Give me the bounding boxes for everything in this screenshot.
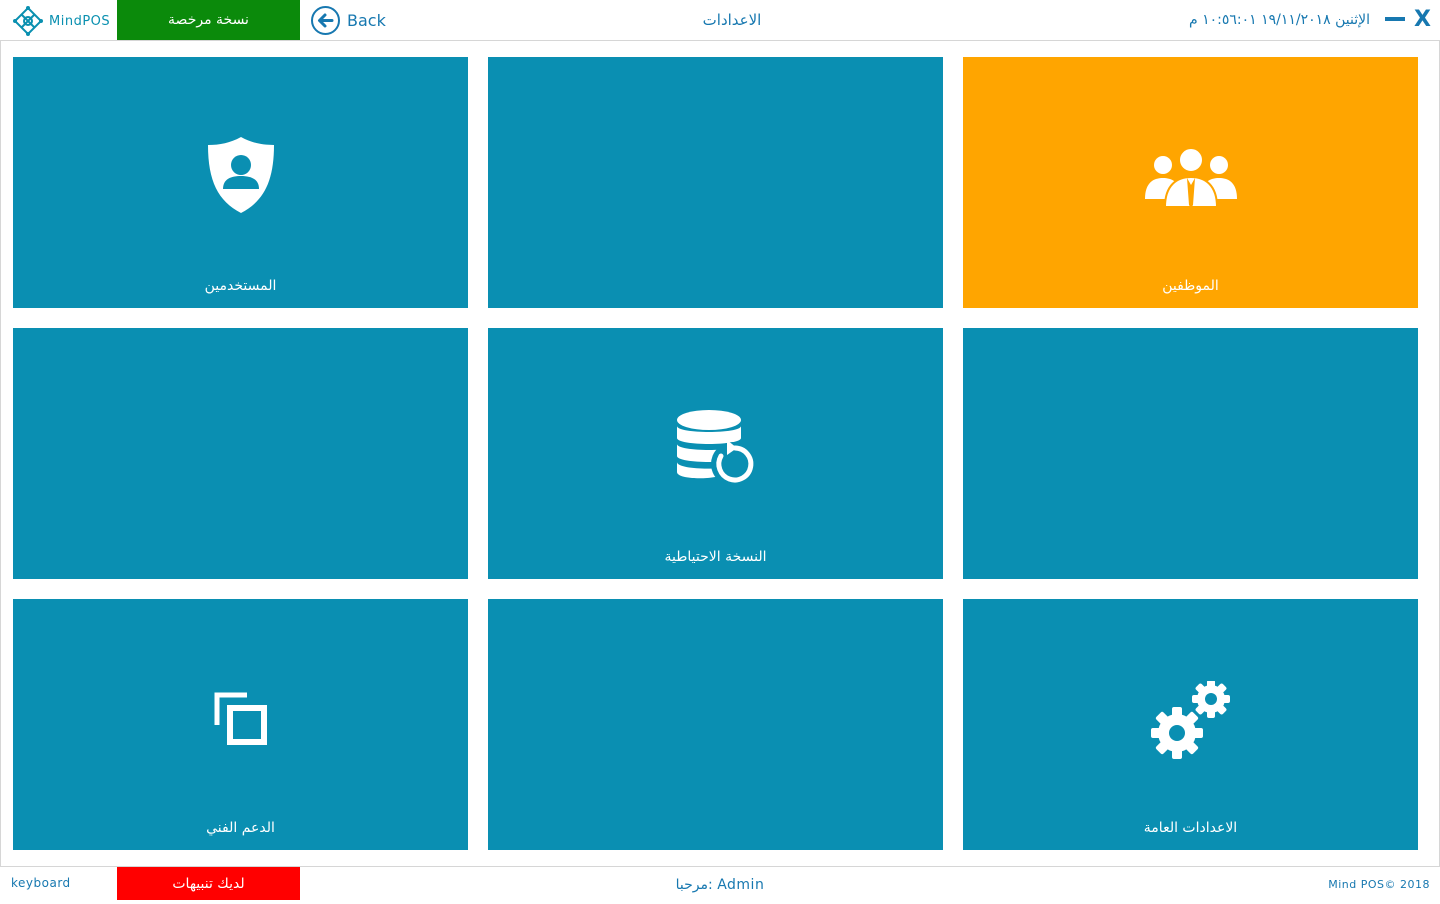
- top-bar: MindPOS نسخة مرخصة Back الاعدادات الإثني…: [0, 0, 1440, 40]
- back-button[interactable]: Back: [310, 5, 386, 35]
- tile-label: الدعم الفني: [206, 820, 275, 836]
- settings-grid: الموظفين المستخدمين النسخة الاحتياطية ال…: [0, 40, 1440, 867]
- user-shield-icon: [13, 135, 468, 215]
- tile-label: النسخة الاحتياطية: [664, 549, 767, 565]
- database-backup-icon: [488, 408, 943, 488]
- tile-technical-support[interactable]: الدعم الفني: [13, 599, 468, 850]
- gears-icon: [963, 681, 1418, 761]
- datetime-display: الإثنين ١٩/١١/٢٠١٨ ١٠:٥٦:٠١ م: [1188, 12, 1370, 28]
- mindpos-logo-icon: [13, 6, 43, 36]
- tile-employees[interactable]: الموظفين: [963, 57, 1418, 308]
- back-label: Back: [347, 10, 386, 30]
- copyright-text: Mind POS© 2018: [1328, 878, 1430, 891]
- tile-general-settings[interactable]: الاعدادات العامة: [963, 599, 1418, 850]
- tile-empty[interactable]: [488, 57, 943, 308]
- tile-empty[interactable]: [488, 599, 943, 850]
- tile-label: الموظفين: [1162, 278, 1219, 294]
- logo-text: MindPOS: [49, 13, 111, 29]
- remote-windows-icon: [13, 691, 468, 747]
- tile-backup[interactable]: النسخة الاحتياطية: [488, 328, 943, 579]
- license-badge: نسخة مرخصة: [117, 0, 300, 40]
- close-button[interactable]: X: [1414, 4, 1431, 36]
- welcome-text: مرحبا: Admin: [675, 877, 765, 893]
- bottom-bar: keyboard لديك تنبيهات مرحبا: Admin Mind …: [0, 866, 1440, 900]
- minimize-button[interactable]: [1385, 17, 1405, 21]
- page-title: الاعدادات: [702, 11, 762, 29]
- tile-empty[interactable]: [13, 328, 468, 579]
- tile-empty[interactable]: [963, 328, 1418, 579]
- employees-icon: [963, 145, 1418, 211]
- arrow-left-circle-icon: [311, 5, 340, 35]
- app-logo: MindPOS: [12, 6, 122, 36]
- keyboard-button[interactable]: keyboard: [11, 866, 71, 900]
- tile-label: الاعدادات العامة: [1143, 820, 1238, 836]
- alerts-button[interactable]: لديك تنبيهات: [117, 867, 300, 900]
- tile-users[interactable]: المستخدمين: [13, 57, 468, 308]
- tile-label: المستخدمين: [204, 278, 277, 294]
